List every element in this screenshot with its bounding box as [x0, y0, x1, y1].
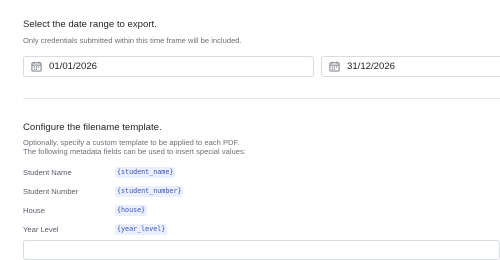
- date-range-title: Select the date range to export.: [23, 19, 157, 30]
- field-label-house: House: [23, 206, 45, 215]
- export-settings-panel: Select the date range to export. Only cr…: [0, 0, 500, 260]
- start-date-input[interactable]: 01/01/2026: [23, 56, 314, 77]
- token-student-name: {student_name}: [115, 167, 176, 178]
- start-date-value: 01/01/2026: [49, 61, 98, 72]
- token-house: {house}: [115, 205, 148, 216]
- token-year-level: {year_level}: [115, 224, 168, 235]
- filename-template-subtitle-2: The following metadata fields can be use…: [23, 147, 246, 156]
- date-range-subtitle: Only credentials submitted within this t…: [23, 36, 242, 45]
- token-student-number: {student_number}: [115, 186, 184, 197]
- field-label-student-name: Student Name: [23, 168, 72, 177]
- section-divider: [23, 98, 500, 99]
- calendar-icon: [329, 61, 340, 72]
- calendar-icon: [31, 61, 42, 72]
- field-label-year-level: Year Level: [23, 225, 59, 234]
- end-date-value: 31/12/2026: [347, 61, 396, 72]
- filename-template-title: Configure the filename template.: [23, 122, 162, 133]
- filename-template-input[interactable]: [23, 240, 500, 260]
- end-date-input[interactable]: 31/12/2026: [321, 56, 500, 77]
- field-label-student-number: Student Number: [23, 187, 79, 196]
